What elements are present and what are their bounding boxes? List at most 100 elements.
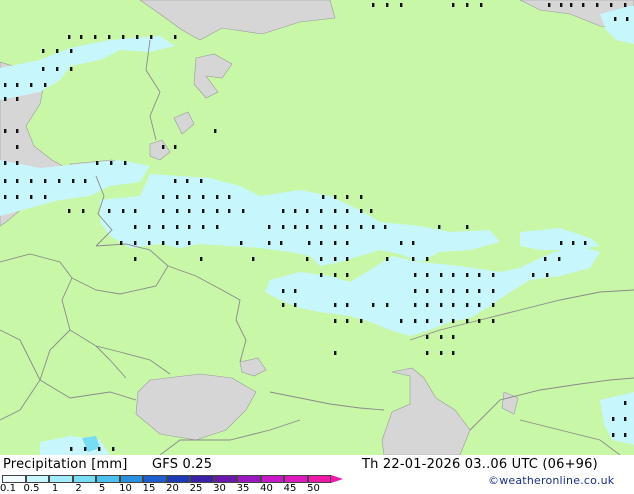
precip-dot xyxy=(452,3,455,7)
scale-swatch xyxy=(72,475,96,483)
precip-dot xyxy=(134,225,137,229)
precip-dot xyxy=(136,35,139,39)
precip-dot xyxy=(16,161,19,165)
precip-dot xyxy=(466,225,469,229)
scale-arrow-tip xyxy=(331,475,343,483)
precip-dot xyxy=(584,241,587,245)
precip-dot xyxy=(110,161,113,165)
precip-dot xyxy=(124,161,127,165)
credit-link[interactable]: ©weatheronline.co.uk xyxy=(488,474,614,487)
precip-dot xyxy=(294,225,297,229)
precip-dot xyxy=(82,209,85,213)
precip-dot xyxy=(216,225,219,229)
precip-dot xyxy=(4,161,7,165)
precip-dot xyxy=(16,195,19,199)
precip-dot xyxy=(44,179,47,183)
precip-dot xyxy=(16,129,19,133)
precip-dot xyxy=(400,241,403,245)
precip-dot xyxy=(30,195,33,199)
precip-dot xyxy=(478,319,481,323)
precip-dot xyxy=(42,49,45,53)
precip-dot xyxy=(308,241,311,245)
precip-dot xyxy=(94,35,97,39)
precip-dot xyxy=(134,241,137,245)
precip-dot xyxy=(334,319,337,323)
precip-dot xyxy=(202,209,205,213)
precip-dot xyxy=(560,3,563,7)
scale-swatch xyxy=(284,475,308,483)
precip-dot xyxy=(572,241,575,245)
precip-dot xyxy=(440,319,443,323)
precip-dot xyxy=(216,209,219,213)
precip-dot xyxy=(346,209,349,213)
precip-dot xyxy=(202,195,205,199)
precip-dot xyxy=(162,145,165,149)
precip-dot xyxy=(452,319,455,323)
precip-dot xyxy=(148,241,151,245)
precip-dot xyxy=(624,401,627,405)
precip-dot xyxy=(320,225,323,229)
precip-dot xyxy=(30,179,33,183)
scale-swatch xyxy=(307,475,331,483)
precip-dot xyxy=(108,209,111,213)
scale-swatch xyxy=(166,475,190,483)
precip-dot xyxy=(334,257,337,261)
scale-tick-label: 50 xyxy=(307,483,320,494)
precip-dot xyxy=(426,257,429,261)
precip-dot xyxy=(68,35,71,39)
precip-dot xyxy=(412,241,415,245)
precip-dot xyxy=(16,145,19,149)
precip-dot xyxy=(346,303,349,307)
precip-dot xyxy=(610,3,613,7)
precip-dot xyxy=(612,417,615,421)
precip-dot xyxy=(466,303,469,307)
precip-dot xyxy=(452,335,455,339)
precip-dot xyxy=(558,257,561,261)
precip-dot xyxy=(452,303,455,307)
scale-swatch xyxy=(2,475,26,483)
precip-dot xyxy=(188,209,191,213)
precip-dot xyxy=(268,225,271,229)
precip-dot xyxy=(334,241,337,245)
precip-dot xyxy=(624,417,627,421)
precip-dot xyxy=(360,319,363,323)
precip-dot xyxy=(174,179,177,183)
precip-dot xyxy=(4,195,7,199)
precip-dot xyxy=(16,83,19,87)
precip-dot xyxy=(466,273,469,277)
precip-dot xyxy=(426,303,429,307)
precip-dot xyxy=(70,67,73,71)
precip-dot xyxy=(108,35,111,39)
precip-dot xyxy=(4,97,7,101)
precip-dot xyxy=(426,335,429,339)
scale-swatch xyxy=(260,475,284,483)
precip-dot xyxy=(346,241,349,245)
precip-dot xyxy=(162,209,165,213)
scale-tick-label: 25 xyxy=(189,483,203,494)
precip-dot xyxy=(4,129,7,133)
precip-dot xyxy=(480,3,483,7)
precip-dot xyxy=(70,49,73,53)
precip-dot xyxy=(320,241,323,245)
precip-dot xyxy=(466,319,469,323)
precip-dot xyxy=(70,447,73,451)
precip-dot xyxy=(294,289,297,293)
precip-dot xyxy=(334,209,337,213)
precip-dot xyxy=(176,195,179,199)
precip-dot xyxy=(200,179,203,183)
precip-dot xyxy=(414,273,417,277)
precip-dot xyxy=(280,241,283,245)
precip-dot xyxy=(56,67,59,71)
precip-dot xyxy=(440,273,443,277)
scale-swatch xyxy=(49,475,73,483)
precip-dot xyxy=(68,209,71,213)
precip-dot xyxy=(282,289,285,293)
precip-dot xyxy=(306,257,309,261)
precip-dot xyxy=(452,289,455,293)
precip-dot xyxy=(162,195,165,199)
precip-dot xyxy=(372,225,375,229)
precip-dot xyxy=(84,447,87,451)
precip-dot xyxy=(414,319,417,323)
precip-dot xyxy=(44,83,47,87)
precip-dot xyxy=(414,303,417,307)
